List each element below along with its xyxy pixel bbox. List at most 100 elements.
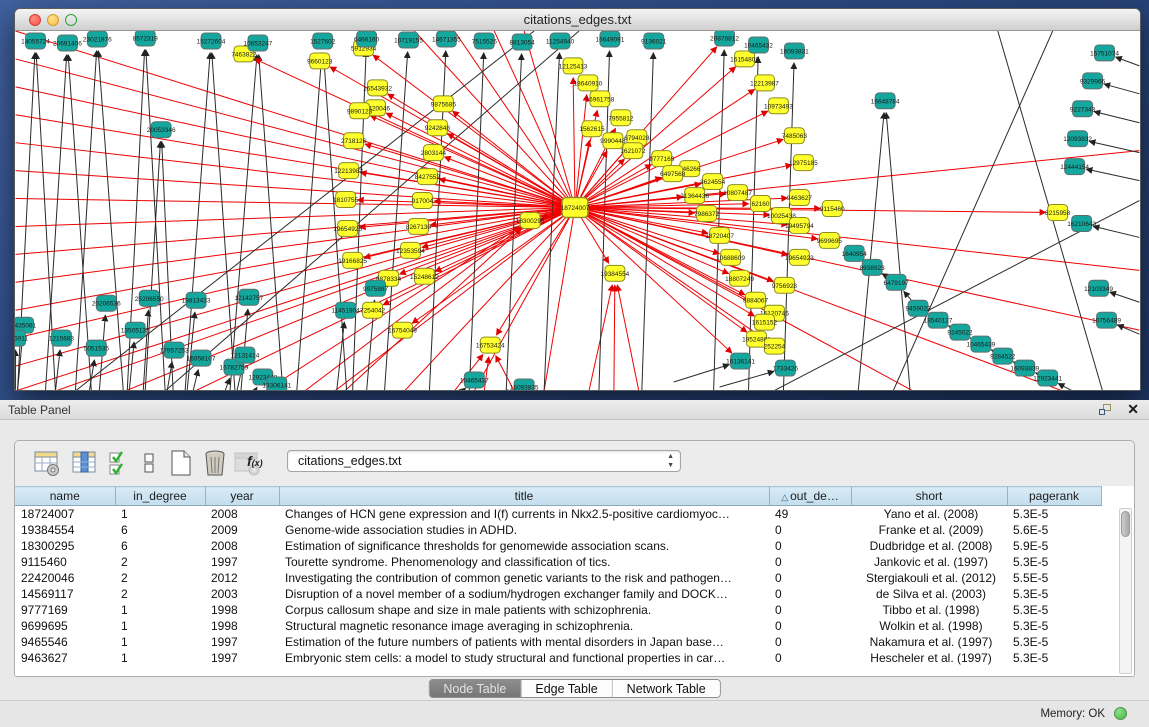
table-row[interactable]: 1872400712008Changes of HCN gene express… bbox=[15, 506, 1101, 522]
table-cell: 0 bbox=[769, 634, 851, 650]
svg-text:10807487: 10807487 bbox=[723, 190, 752, 197]
col-header-out-degree[interactable]: △out_de… bbox=[769, 487, 851, 506]
table-row[interactable]: 1830029562008Estimation of significance … bbox=[15, 538, 1101, 554]
col-header-year[interactable]: year bbox=[205, 487, 279, 506]
table-cell: 6 bbox=[115, 538, 205, 554]
svg-text:19813433: 19813433 bbox=[182, 298, 211, 305]
svg-text:7485063: 7485063 bbox=[782, 133, 808, 140]
table-row[interactable]: 946554611997Estimation of the future num… bbox=[15, 634, 1101, 650]
desktop-background: citations_edges.txt 22420046271812612213… bbox=[0, 0, 1149, 400]
table-cell: 1 bbox=[115, 618, 205, 634]
close-panel-icon[interactable]: ✕ bbox=[1127, 401, 1139, 418]
table-cell: 0 bbox=[769, 522, 851, 538]
svg-text:17957253: 17957253 bbox=[160, 348, 189, 355]
network-canvas[interactable]: 2242004627181261221398318107551965492519… bbox=[15, 31, 1140, 391]
table-cell: 1 bbox=[115, 650, 205, 666]
svg-text:16753424: 16753424 bbox=[476, 343, 505, 350]
table-cell: 5.3E-5 bbox=[1007, 554, 1101, 570]
col-header-title[interactable]: title bbox=[279, 487, 769, 506]
table-cell: 6 bbox=[115, 522, 205, 538]
svg-text:1615152: 1615152 bbox=[752, 320, 778, 327]
svg-text:16648784: 16648784 bbox=[871, 98, 900, 105]
table-selector-value: citations_edges.txt bbox=[298, 454, 402, 468]
row-cells-icon[interactable] bbox=[141, 449, 157, 477]
table-settings-icon[interactable] bbox=[33, 449, 61, 477]
svg-text:18300295: 18300295 bbox=[516, 218, 545, 225]
svg-text:16093831: 16093831 bbox=[780, 48, 809, 55]
table-cell: 2008 bbox=[205, 538, 279, 554]
tab-edge-table[interactable]: Edge Table bbox=[521, 680, 612, 697]
svg-text:18807249: 18807249 bbox=[725, 276, 754, 283]
table-cell: 0 bbox=[769, 538, 851, 554]
table-cell: 2009 bbox=[205, 522, 279, 538]
table-cell: Dudbridge et al. (2008) bbox=[851, 538, 1007, 554]
svg-text:16093839: 16093839 bbox=[1010, 366, 1039, 373]
table-row[interactable]: 1456911722003Disruption of a novel membe… bbox=[15, 586, 1101, 602]
memory-ok-indicator bbox=[1114, 707, 1127, 720]
new-column-icon[interactable] bbox=[167, 449, 195, 477]
table-cell: 1997 bbox=[205, 650, 279, 666]
table-cell: Disruption of a novel member of a sodium… bbox=[279, 586, 769, 602]
svg-text:2718126: 2718126 bbox=[341, 138, 367, 145]
show-columns-icon[interactable] bbox=[71, 449, 99, 477]
table-cell: 0 bbox=[769, 586, 851, 602]
table-row[interactable]: 946362711997Embryonic stem cells: a mode… bbox=[15, 650, 1101, 666]
svg-text:1562615: 1562615 bbox=[579, 126, 605, 133]
table-cell: 2012 bbox=[205, 570, 279, 586]
table-row[interactable]: 911546021997Tourette syndrome. Phenomeno… bbox=[15, 554, 1101, 570]
svg-text:7955812: 7955812 bbox=[608, 115, 634, 122]
svg-text:16154808: 16154808 bbox=[730, 56, 759, 63]
svg-text:1640954: 1640954 bbox=[842, 251, 868, 258]
svg-text:19384554: 19384554 bbox=[601, 271, 630, 278]
svg-text:12923441: 12923441 bbox=[1033, 376, 1062, 383]
svg-text:18640910: 18640910 bbox=[574, 80, 603, 87]
svg-text:9884067: 9884067 bbox=[743, 298, 769, 305]
svg-text:10973493: 10973493 bbox=[764, 103, 793, 110]
table-cell: 22420046 bbox=[15, 570, 115, 586]
table-row[interactable]: 1938455462009Genome-wide association stu… bbox=[15, 522, 1101, 538]
svg-text:23021876: 23021876 bbox=[83, 36, 112, 43]
table-cell: 0 bbox=[769, 618, 851, 634]
table-cell: Genome-wide association studies in ADHD. bbox=[279, 522, 769, 538]
table-selector-dropdown[interactable]: citations_edges.txt ▲▼ bbox=[287, 450, 681, 472]
svg-text:15751074: 15751074 bbox=[1090, 50, 1119, 57]
svg-text:9990448: 9990448 bbox=[600, 138, 626, 145]
table-vertical-scrollbar[interactable] bbox=[1119, 508, 1132, 674]
scrollbar-thumb[interactable] bbox=[1121, 511, 1130, 537]
table-cell: 14569117 bbox=[15, 586, 115, 602]
table-tab-bar: Node Table Edge Table Network Table bbox=[0, 677, 1149, 700]
svg-text:7463822: 7463822 bbox=[231, 51, 257, 58]
function-builder-icon[interactable]: f(x) bbox=[247, 453, 263, 471]
table-cell: 9777169 bbox=[15, 602, 115, 618]
table-row[interactable]: 969969511998Structural magnetic resonanc… bbox=[15, 618, 1101, 634]
table-row[interactable]: 2242004622012Investigating the contribut… bbox=[15, 570, 1101, 586]
svg-text:8813054: 8813054 bbox=[510, 39, 536, 46]
table-cell: 1 bbox=[115, 634, 205, 650]
network-window-title: citations_edges.txt bbox=[15, 12, 1140, 27]
select-rows-icon[interactable] bbox=[107, 449, 131, 477]
tab-node-table[interactable]: Node Table bbox=[429, 680, 521, 697]
table-cell: 18300295 bbox=[15, 538, 115, 554]
citation-network-graph[interactable]: 2242004627181261221398318107551965492519… bbox=[15, 31, 1140, 391]
table-cell: Tourette syndrome. Phenomenology and cla… bbox=[279, 554, 769, 570]
svg-text:20691406: 20691406 bbox=[53, 40, 82, 47]
float-panel-icon[interactable] bbox=[1099, 404, 1113, 416]
delete-column-icon[interactable] bbox=[201, 449, 229, 477]
col-header-short[interactable]: short bbox=[851, 487, 1007, 506]
tab-network-table[interactable]: Network Table bbox=[613, 680, 720, 697]
table-cell: Nakamura et al. (1997) bbox=[851, 634, 1007, 650]
network-window-titlebar[interactable]: citations_edges.txt bbox=[15, 9, 1140, 31]
col-header-name[interactable]: name bbox=[15, 487, 115, 506]
svg-text:9242848: 9242848 bbox=[425, 125, 451, 132]
svg-text:12213987: 12213987 bbox=[750, 80, 779, 87]
table-cell: 2 bbox=[115, 570, 205, 586]
svg-text:1527602: 1527602 bbox=[310, 38, 336, 45]
table-row[interactable]: 977716911998Corpus callosum shape and si… bbox=[15, 602, 1101, 618]
svg-text:917004: 917004 bbox=[412, 198, 434, 205]
col-header-in-degree[interactable]: in_degree bbox=[115, 487, 205, 506]
svg-text:12103349: 12103349 bbox=[1084, 286, 1113, 293]
col-header-pagerank[interactable]: pagerank bbox=[1007, 487, 1101, 506]
network-window[interactable]: citations_edges.txt 22420046271812612213… bbox=[14, 8, 1141, 391]
svg-text:21364436: 21364436 bbox=[680, 193, 709, 200]
svg-text:10465432: 10465432 bbox=[744, 42, 773, 49]
